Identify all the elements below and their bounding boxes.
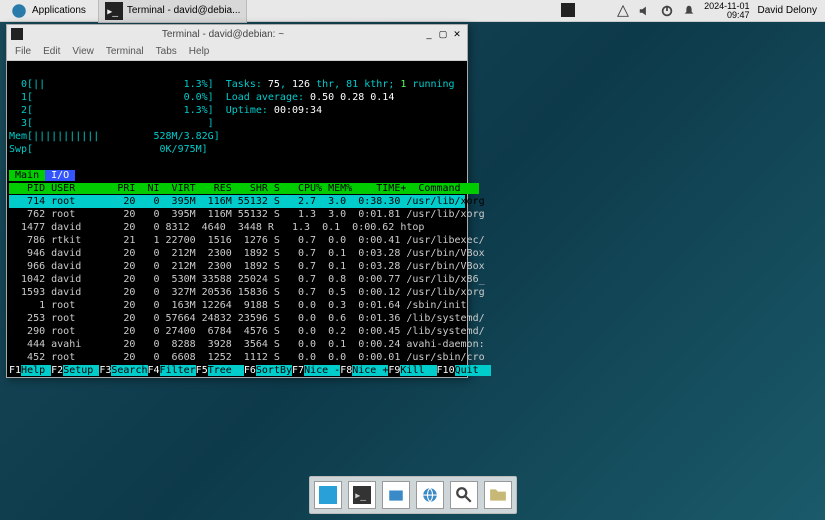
fkey-num: F8 xyxy=(340,365,352,376)
terminal-icon: ▸_ xyxy=(105,2,123,20)
process-row[interactable]: 1477 david 20 0 8312 4640 3448 R 1.3 0.1… xyxy=(9,221,465,234)
dock-web[interactable] xyxy=(416,481,444,509)
threads-count: 126 xyxy=(292,79,310,90)
swp-meter: Swp[ 0K/975M] xyxy=(9,144,208,155)
fkey-label[interactable]: Setup xyxy=(63,365,99,376)
load-values: 0.50 0.28 0.14 xyxy=(310,92,394,103)
search-icon xyxy=(455,486,473,504)
folder-icon xyxy=(489,486,507,504)
fkey-num: F3 xyxy=(99,365,111,376)
tab-io[interactable]: I/O xyxy=(45,170,75,181)
fkey-num: F7 xyxy=(292,365,304,376)
svg-text:▸_: ▸_ xyxy=(355,490,366,501)
window-icon xyxy=(11,28,23,40)
titlebar[interactable]: Terminal - david@debian: ~ _ ▢ ✕ xyxy=(7,25,467,43)
process-list[interactable]: 714 root 20 0 395M 116M 55132 S 2.7 3.0 … xyxy=(9,195,465,364)
fkey-label[interactable]: Search xyxy=(111,365,147,376)
top-panel: Applications ▸_ Terminal - david@debia..… xyxy=(0,0,825,22)
process-row[interactable]: 1 root 20 0 163M 12264 9188 S 0.0 0.3 0:… xyxy=(9,299,465,312)
terminal-icon: ▸_ xyxy=(353,486,371,504)
fkey-num: F10 xyxy=(437,365,455,376)
process-row[interactable]: 290 root 20 0 27400 6784 4576 S 0.0 0.2 … xyxy=(9,325,465,338)
close-button[interactable]: ✕ xyxy=(451,28,463,40)
process-row[interactable]: 1042 david 20 0 530M 33588 25024 S 0.7 0… xyxy=(9,273,465,286)
process-row[interactable]: 786 rtkit 21 1 22700 1516 1276 S 0.7 0.0… xyxy=(9,234,465,247)
clock[interactable]: 2024-11-01 09:47 xyxy=(704,2,749,20)
process-row[interactable]: 946 david 20 0 212M 2300 1892 S 0.7 0.1 … xyxy=(9,247,465,260)
menu-terminal[interactable]: Terminal xyxy=(106,46,144,57)
cpu-meter-2: 2[ 1.3%] xyxy=(9,105,214,116)
fkey-label[interactable]: Tree xyxy=(208,365,244,376)
menu-view[interactable]: View xyxy=(72,46,94,57)
menu-help[interactable]: Help xyxy=(189,46,210,57)
fkey-num: F6 xyxy=(244,365,256,376)
cpu-meter-0: 0[|| 1.3%] xyxy=(9,79,214,90)
svg-text:▸_: ▸_ xyxy=(107,6,118,17)
fkey-label[interactable]: SortBy xyxy=(256,365,292,376)
process-row[interactable]: 714 root 20 0 395M 116M 55132 S 2.7 3.0 … xyxy=(9,195,465,208)
panel-center-icon[interactable] xyxy=(561,3,575,17)
fkey-num: F1 xyxy=(9,365,21,376)
tab-main[interactable]: Main xyxy=(9,170,45,181)
dock-desktop[interactable] xyxy=(314,481,342,509)
load-label: Load average: xyxy=(226,92,310,103)
panel-right: 2024-11-01 09:47 David Delony xyxy=(616,2,825,20)
taskbar-item-terminal[interactable]: ▸_ Terminal - david@debia... xyxy=(98,0,248,23)
uptime-label: Uptime: xyxy=(226,105,274,116)
dock-files[interactable] xyxy=(382,481,410,509)
volume-icon[interactable] xyxy=(638,4,652,18)
fkey-num: F5 xyxy=(196,365,208,376)
applications-label: Applications xyxy=(32,5,86,16)
terminal-window: Terminal - david@debian: ~ _ ▢ ✕ File Ed… xyxy=(6,24,468,378)
process-row[interactable]: 253 root 20 0 57664 24832 23596 S 0.0 0.… xyxy=(9,312,465,325)
fkey-num: F9 xyxy=(388,365,400,376)
user-name[interactable]: David Delony xyxy=(758,5,817,16)
power-icon[interactable] xyxy=(660,4,674,18)
fkey-label[interactable]: Quit xyxy=(455,365,491,376)
panel-left: Applications ▸_ Terminal - david@debia..… xyxy=(0,0,247,23)
fkey-label[interactable]: Nice + xyxy=(352,365,388,376)
process-row[interactable]: 762 root 20 0 395M 116M 55132 S 1.3 3.0 … xyxy=(9,208,465,221)
cpu-meter-1: 1[ 0.0%] xyxy=(9,92,214,103)
globe-icon xyxy=(421,486,439,504)
window-buttons: _ ▢ ✕ xyxy=(423,28,463,40)
process-row[interactable]: 444 avahi 20 0 8288 3928 3564 S 0.0 0.1 … xyxy=(9,338,465,351)
mem-meter: Mem[||||||||||| 528M/3.82G] xyxy=(9,131,220,142)
cpu-meter-3: 3[ ] xyxy=(9,118,214,129)
taskbar-item-label: Terminal - david@debia... xyxy=(127,5,241,16)
process-row[interactable]: 452 root 20 0 6608 1252 1112 S 0.0 0.0 0… xyxy=(9,351,465,364)
process-header[interactable]: PID USER PRI NI VIRT RES SHR S CPU% MEM%… xyxy=(9,183,479,194)
xfce-logo-icon xyxy=(10,2,28,20)
fkey-num: F2 xyxy=(51,365,63,376)
network-icon[interactable] xyxy=(616,4,630,18)
menu-file[interactable]: File xyxy=(15,46,31,57)
dock: ▸_ xyxy=(309,476,517,514)
fkey-label[interactable]: Filter xyxy=(160,365,196,376)
uptime-value: 00:09:34 xyxy=(274,105,322,116)
desktop-icon xyxy=(319,486,337,504)
notification-icon[interactable] xyxy=(682,4,696,18)
terminal-body[interactable]: 0[|| 1.3%] Tasks: 75, 126 thr, 81 kthr; … xyxy=(7,61,467,377)
fkey-label[interactable]: Nice - xyxy=(304,365,340,376)
tasks-count: 75 xyxy=(268,79,280,90)
menu-edit[interactable]: Edit xyxy=(43,46,60,57)
clock-time: 09:47 xyxy=(704,11,749,20)
dock-terminal[interactable]: ▸_ xyxy=(348,481,376,509)
dock-folder[interactable] xyxy=(484,481,512,509)
fkey-label[interactable]: Kill xyxy=(400,365,436,376)
process-row[interactable]: 966 david 20 0 212M 2300 1892 S 0.7 0.1 … xyxy=(9,260,465,273)
applications-menu[interactable]: Applications xyxy=(4,0,92,22)
process-row[interactable]: 1593 david 20 0 327M 20536 15836 S 0.7 0… xyxy=(9,286,465,299)
maximize-button[interactable]: ▢ xyxy=(437,28,449,40)
fkey-label[interactable]: Help xyxy=(21,365,51,376)
menu-tabs[interactable]: Tabs xyxy=(156,46,177,57)
tasks-label: Tasks: xyxy=(226,79,268,90)
minimize-button[interactable]: _ xyxy=(423,28,435,40)
window-title: Terminal - david@debian: ~ xyxy=(23,29,423,40)
fkey-num: F4 xyxy=(148,365,160,376)
dock-search[interactable] xyxy=(450,481,478,509)
menubar: File Edit View Terminal Tabs Help xyxy=(7,43,467,61)
filemanager-icon xyxy=(387,486,405,504)
fkey-bar: F1Help F2Setup F3SearchF4FilterF5Tree F6… xyxy=(9,364,465,377)
